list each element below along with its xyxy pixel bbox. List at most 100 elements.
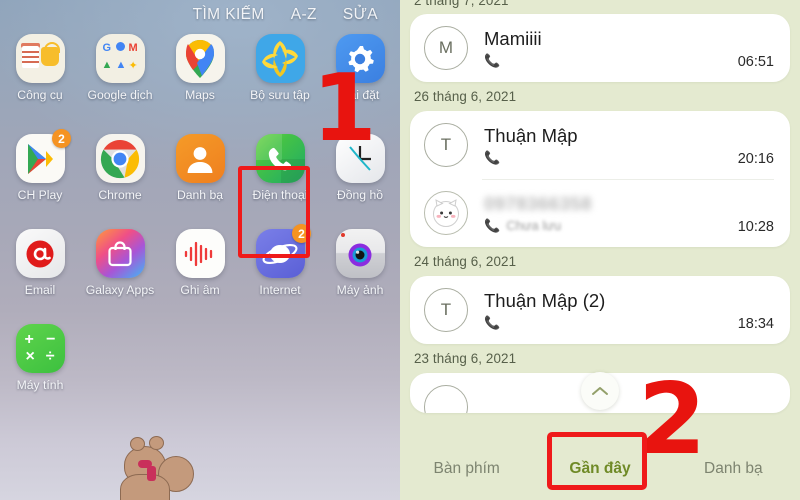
app-row: + − × ÷ Máy tính: [0, 324, 400, 419]
google-folder-icon: G M ▲ ▲ ✦: [95, 34, 145, 83]
wallpaper-bear-illustration: [118, 432, 248, 500]
recents-tab-highlight-box: [547, 432, 647, 490]
email-icon: [15, 229, 65, 278]
home-action-search[interactable]: TÌM KIẾM: [193, 6, 265, 24]
avatar: T: [424, 288, 468, 332]
call-group-card: T Thuận Mập 📞 20:16 0978366358 📞 Chưa lư…: [410, 111, 790, 247]
at-sign-glyph: [26, 240, 54, 267]
call-log-row[interactable]: T Thuận Mập (2) 📞 18:34: [410, 276, 790, 344]
call-time: 20:16: [737, 151, 774, 167]
call-log-row[interactable]: M Mamiiii 📞 06:51: [410, 14, 790, 82]
camera-icon: [335, 229, 385, 278]
android-home-screen: TÌM KIẾM A-Z SỬA Công cụ G M ▲ ▲ ✦ Googl…: [0, 0, 400, 500]
drive-glyph-2: ▲: [115, 59, 127, 71]
call-subline: 📞: [484, 52, 730, 68]
home-action-sort-az[interactable]: A-Z: [291, 6, 317, 24]
shopping-bag-glyph: [108, 240, 132, 266]
app-label: Công cụ: [17, 88, 63, 102]
contacts-icon: [175, 134, 225, 183]
call-subline: 📞: [484, 314, 730, 330]
gallery-icon: [255, 34, 305, 83]
app-tile-galaxy-apps[interactable]: Galaxy Apps: [80, 229, 160, 324]
screenshot-root: TÌM KIẾM A-Z SỬA Công cụ G M ▲ ▲ ✦ Googl…: [0, 0, 800, 500]
call-time: 06:51: [737, 54, 774, 70]
divide-glyph: ÷: [45, 348, 55, 365]
app-row: Email Galaxy Apps Ghi âm 2 Internet Máy …: [0, 224, 400, 324]
app-tile-google-translate[interactable]: G M ▲ ▲ ✦ Google dịch: [80, 34, 160, 134]
call-subline: 📞: [484, 149, 730, 165]
call-group-card: M Mamiiii 📞 06:51: [410, 14, 790, 82]
app-label: Ghi âm: [180, 283, 220, 297]
avatar: [424, 191, 468, 235]
app-label: Bộ sưu tập: [250, 88, 310, 102]
call-group-card: T Thuận Mập (2) 📞 18:34: [410, 276, 790, 344]
avatar: M: [424, 26, 468, 70]
gallery-flower-glyph: [262, 40, 298, 77]
plus-glyph: +: [24, 331, 34, 348]
app-tile-ch-play[interactable]: 2 CH Play: [0, 129, 80, 229]
app-tile-gallery[interactable]: Bộ sưu tập: [240, 34, 320, 134]
waveform-glyph: [184, 241, 213, 266]
phone-app-recents-screen: 2 tháng 7, 2021 M Mamiiii 📞 06:51 26 thá…: [400, 0, 800, 500]
app-label: Maps: [185, 88, 215, 102]
call-date-header: 24 tháng 6, 2021: [414, 254, 517, 269]
app-tile-chrome[interactable]: Chrome: [80, 134, 160, 229]
calculator-icon: + − × ÷: [15, 324, 65, 373]
avatar-initial: T: [440, 300, 452, 319]
call-info: 0978366358 📞 Chưa lưu: [484, 193, 730, 233]
step-marker-1: 1: [312, 54, 377, 162]
app-label: CH Play: [17, 188, 63, 202]
call-info: Mamiiii 📞: [484, 28, 730, 68]
app-label: Máy ảnh: [336, 283, 384, 297]
galaxy-apps-icon: [95, 229, 145, 278]
home-action-edit[interactable]: SỬA: [343, 6, 378, 24]
caller-name: Mamiiii: [484, 28, 542, 49]
call-subtext: Chưa lưu: [506, 217, 562, 233]
notification-badge: 2: [52, 129, 71, 148]
caller-name: Thuận Mập (2): [484, 290, 606, 311]
tab-label: Danh bạ: [704, 460, 763, 477]
app-tile-email[interactable]: Email: [0, 229, 80, 324]
app-tile-camera[interactable]: Máy ảnh: [320, 229, 400, 324]
scroll-to-top-button[interactable]: [581, 372, 619, 410]
avatar-initial: T: [440, 135, 452, 154]
maps-icon: [175, 34, 225, 83]
call-log-row[interactable]: T Thuận Mập 📞 20:16: [410, 111, 790, 179]
app-tile-voice-recorder[interactable]: Ghi âm: [160, 229, 240, 324]
avatar-initial: M: [438, 38, 454, 57]
app-tile-maps[interactable]: Maps: [160, 34, 240, 134]
person-glyph: [187, 146, 213, 173]
camera-lens-glyph: [348, 243, 372, 266]
call-log-row[interactable]: 0978366358 📞 Chưa lưu 10:28: [410, 179, 790, 247]
minus-glyph: −: [46, 331, 56, 348]
tab-label: Bàn phím: [433, 460, 500, 477]
chevron-up-icon: [592, 387, 608, 395]
play-triangle-glyph: [28, 143, 53, 174]
app-label: Đồng hồ: [336, 188, 384, 202]
app-tile-contacts[interactable]: Danh bạ: [160, 134, 240, 229]
missed-call-icon: 📞: [484, 314, 501, 330]
app-label: Google dịch: [87, 88, 153, 102]
cat-photo-avatar-icon: [433, 199, 459, 227]
app-label: Chrome: [98, 188, 142, 202]
step-marker-2: 2: [638, 363, 707, 477]
times-glyph: ×: [25, 348, 35, 365]
app-label: Máy tính: [16, 378, 64, 392]
call-date-header: 26 tháng 6, 2021: [414, 89, 517, 104]
voice-recorder-icon: [175, 229, 225, 278]
app-label: Galaxy Apps: [85, 283, 155, 297]
caller-number: 0978366358: [484, 193, 592, 214]
avatar: T: [424, 123, 468, 167]
caller-name: Thuận Mập: [484, 125, 578, 146]
home-header-actions: TÌM KIẾM A-Z SỬA: [0, 0, 400, 30]
photos-glyph: ✦: [128, 60, 138, 72]
maps-pin-glyph: [186, 39, 214, 78]
call-time: 18:34: [737, 316, 774, 332]
call-info: Thuận Mập 📞: [484, 125, 730, 165]
missed-call-icon: 📞: [484, 149, 501, 165]
app-tile-tools[interactable]: Công cụ: [0, 34, 80, 134]
phone-app-highlight-box: [238, 166, 310, 258]
google-g-glyph: G: [102, 42, 112, 54]
app-tile-calculator[interactable]: + − × ÷ Máy tính: [0, 324, 80, 419]
tab-keypad[interactable]: Bàn phím: [400, 460, 533, 478]
